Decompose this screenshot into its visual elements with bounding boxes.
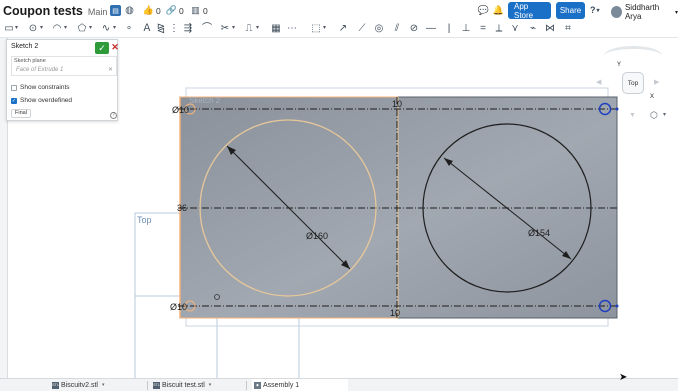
- dimension-left-circle[interactable]: Ø160: [306, 231, 328, 241]
- tab-label: Assembly 1: [263, 382, 300, 389]
- final-button[interactable]: Final: [11, 109, 31, 118]
- chevron-down-icon[interactable]: ▾: [663, 111, 666, 118]
- view-cube-face-label: Top: [627, 79, 639, 87]
- dimension-left-top[interactable]: Ø10: [172, 105, 189, 115]
- view-cube-left-arrow-icon[interactable]: ◀: [596, 78, 601, 86]
- sketch-plane-value: Face of Extrude 1: [16, 67, 64, 73]
- dimension-center-bottom[interactable]: 10: [390, 308, 400, 318]
- tab-divider: [147, 381, 148, 390]
- display-mode-icon[interactable]: ⬡: [650, 110, 658, 121]
- show-constraints-checkbox[interactable]: Show constraints: [11, 83, 111, 92]
- view-cube-right-arrow-icon[interactable]: ▶: [654, 78, 659, 86]
- sketch-dialog: Sketch 2 ✓ ✕ Sketch plane Face of Extrud…: [6, 39, 119, 121]
- dimension-left-mid[interactable]: 36: [177, 203, 187, 213]
- mouse-cursor-icon: ➤: [619, 372, 628, 383]
- tabs-bar: STL Biscuitv2.stl ▾ STL Biscuit test.stl…: [0, 378, 678, 391]
- sketch-dialog-title: Sketch 2: [11, 43, 39, 50]
- sketch-plane-field[interactable]: Sketch plane Face of Extrude 1 ✕: [11, 56, 117, 76]
- dimension-center-top[interactable]: 10: [392, 99, 402, 109]
- tab-divider: [246, 381, 247, 390]
- show-overdefined-label: Show overdefined: [20, 97, 73, 104]
- tab-label: Biscuit test.stl: [162, 382, 205, 389]
- chevron-down-icon[interactable]: ▾: [209, 379, 212, 391]
- close-icon[interactable]: ✕: [111, 41, 119, 53]
- view-cube-orbit-icon[interactable]: [604, 46, 662, 66]
- checkbox-checked-icon: ✓: [11, 97, 17, 104]
- clear-icon[interactable]: ✕: [108, 66, 113, 73]
- stl-file-icon: STL: [52, 382, 59, 389]
- axis-x-label: X: [650, 94, 655, 100]
- view-cube[interactable]: Top: [622, 72, 644, 94]
- tab-assembly-1[interactable]: ◆ Assembly 1: [252, 379, 348, 391]
- check-icon[interactable]: ✓: [95, 42, 109, 54]
- stl-file-icon: STL: [153, 382, 160, 389]
- view-cube-down-arrow-icon[interactable]: ▼: [629, 112, 636, 119]
- sketch-plane-label: Sketch plane: [14, 58, 46, 64]
- checkbox-unchecked-icon: [11, 84, 17, 91]
- axis-y-label: Y: [617, 62, 622, 68]
- dimension-right-circle[interactable]: Ø154: [528, 228, 550, 238]
- dimension-left-bottom[interactable]: Ø10: [170, 302, 187, 312]
- tab-biscuitv2[interactable]: STL Biscuitv2.stl ▾: [52, 379, 104, 391]
- chevron-down-icon[interactable]: ▾: [102, 379, 105, 391]
- assembly-icon: ◆: [254, 382, 261, 389]
- show-constraints-label: Show constraints: [20, 84, 70, 91]
- show-overdefined-checkbox[interactable]: ✓ Show overdefined: [11, 96, 111, 105]
- help-icon[interactable]: ?: [110, 112, 117, 119]
- tab-biscuit-test[interactable]: STL Biscuit test.stl ▾: [153, 379, 211, 391]
- tab-label: Biscuitv2.stl: [61, 382, 98, 389]
- sketch-label: Sketch 2: [189, 96, 221, 105]
- top-plane-label: Top: [137, 215, 152, 225]
